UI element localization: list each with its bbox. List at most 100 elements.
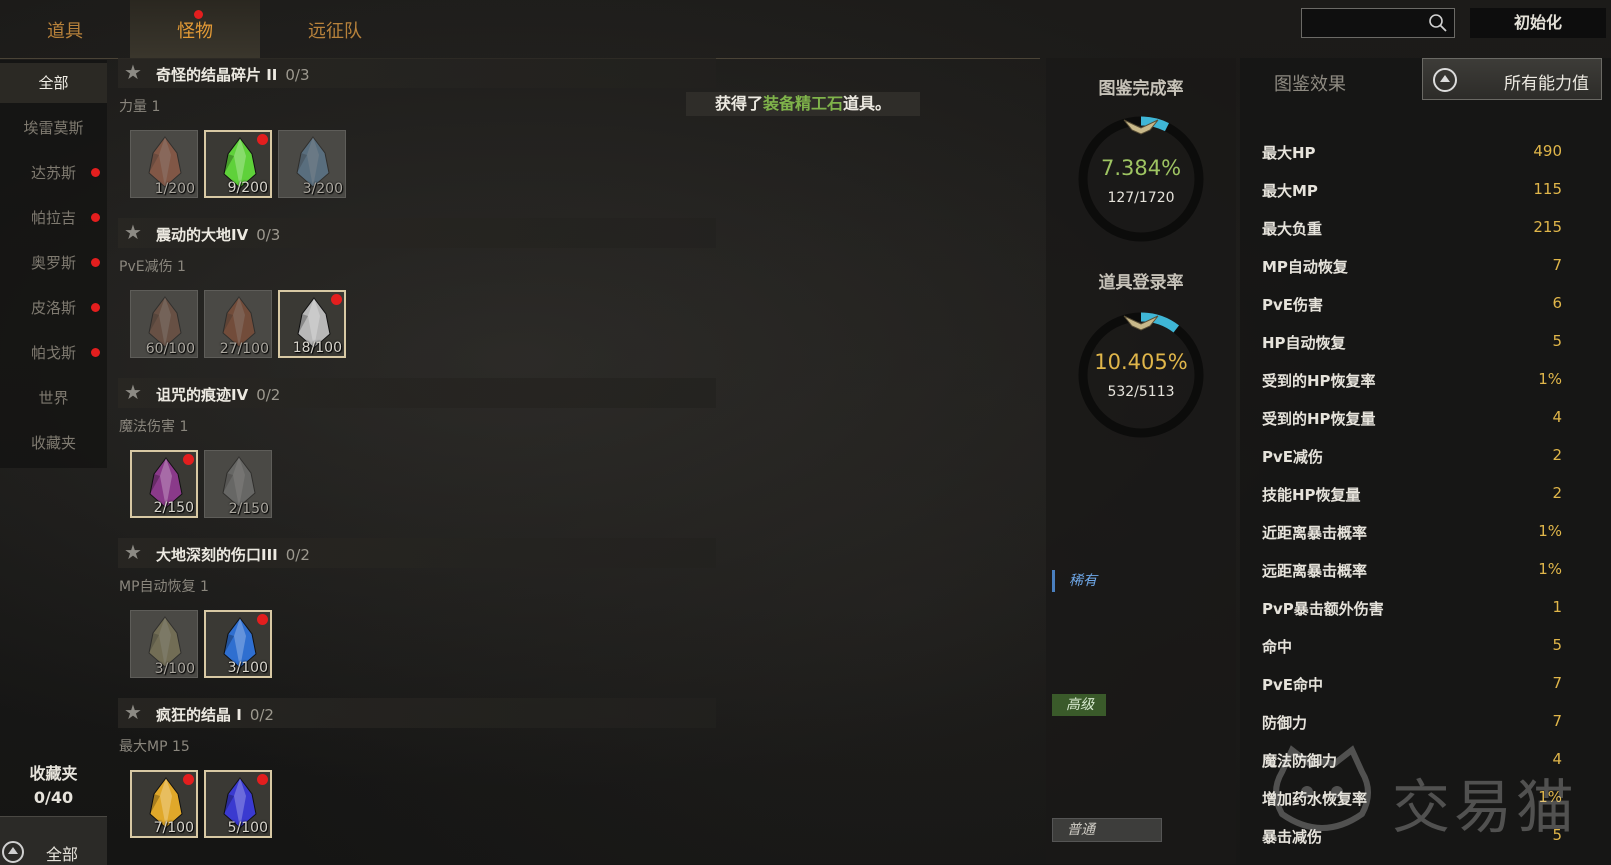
tab-collection-effects[interactable]: 图鉴效果 [1274,70,1346,96]
notification-dot [91,303,100,312]
sidebar-item-pagos[interactable]: 帕戈斯 [0,333,107,373]
filter-all-button[interactable]: 全部 [0,816,107,865]
notification-dot [194,10,203,19]
stat-name: 近距离暴击概率 [1262,524,1368,542]
item-count: 7/100 [153,820,194,836]
item-count: 9/200 [227,180,268,196]
sidebar-item-pilos[interactable]: 皮洛斯 [0,288,107,328]
stat-name: 受到的HP恢复率 [1262,372,1376,390]
group-stat-bonus: MP自动恢复 1 [119,579,209,595]
stat-row: 近距离暴击概率 1% [1262,518,1562,548]
notification-dot [91,168,100,177]
notification-dot [257,774,268,785]
tab-expedition[interactable]: 远征队 [270,0,400,58]
crystal-item-slot[interactable]: 1/200 [130,130,198,198]
sidebar-item-label: 皮洛斯 [30,299,76,317]
crystal-item-slot[interactable]: 27/100 [204,290,272,358]
search-box [1301,8,1455,38]
notification-dot [183,454,194,465]
crystal-item-slot[interactable]: 2/150 [130,450,198,518]
favorite-star-icon[interactable]: ★ [124,382,142,402]
stat-value: 1 [1552,598,1562,616]
sidebar-item-label: 收藏夹 [30,434,76,452]
toast-item-name: 装备精工石 [762,94,843,113]
stat-name: PvE命中 [1262,676,1324,694]
stat-name: 最大MP [1262,182,1318,200]
all-stats-button[interactable]: 所有能力值 [1422,58,1602,100]
region-sidebar: 全部 埃雷莫斯 达苏斯 帕拉吉 奥罗斯 皮洛斯 帕戈斯 世界 收藏夹 [0,60,107,468]
crystal-item-slot[interactable]: 3/100 [204,610,272,678]
group-progress: 0/2 [285,546,310,564]
sidebar-item-favorites[interactable]: 收藏夹 [0,423,107,463]
group-header[interactable]: ★ 疯狂的结晶 I 0/2 [118,698,716,728]
sidebar-item-dasus[interactable]: 达苏斯 [0,153,107,193]
notification-dot [91,258,100,267]
watermark-text: 交易猫 [1392,773,1579,841]
stat-value: 115 [1533,180,1562,198]
notification-dot [257,134,268,145]
group-stat-bonus: 魔法伤害 1 [119,419,189,435]
search-icon[interactable] [1428,13,1448,33]
registration-fraction: 532/5113 [1107,384,1175,400]
group-progress: 0/3 [285,66,310,84]
crystal-item-slot[interactable]: 5/100 [204,770,272,838]
favorite-star-icon[interactable]: ★ [124,702,142,722]
arrow-up-circle-icon [2,841,24,863]
stat-name: PvP暴击额外伤害 [1262,600,1384,618]
group-stat-bonus: PvE减伤 1 [119,259,186,275]
stat-name: 防御力 [1262,714,1308,732]
crystal-item-slot[interactable]: 18/100 [278,290,346,358]
crystal-item-slot[interactable]: 3/200 [278,130,346,198]
group-header[interactable]: ★ 大地深刻的伤口III 0/2 [118,538,716,568]
sidebar-item-all[interactable]: 全部 [0,63,107,103]
stat-row: 远距离暴击概率 1% [1262,556,1562,586]
crystal-item-slot[interactable]: 7/100 [130,770,198,838]
stat-value: 6 [1552,294,1562,312]
stat-name: PvE减伤 [1262,448,1324,466]
item-count: 2/150 [228,501,269,517]
group-header[interactable]: ★ 震动的大地IV 0/3 [118,218,716,248]
favorite-star-icon[interactable]: ★ [124,62,142,82]
acquired-toast: 获得了装备精工石道具。 [686,92,920,116]
grade-rare-label: 稀有 [1052,570,1097,592]
stat-name: HP自动恢复 [1262,334,1346,352]
stat-name: 命中 [1262,638,1293,656]
stat-name: 最大负重 [1262,220,1323,238]
stat-name: 最大HP [1262,144,1316,162]
item-count: 2/150 [153,500,194,516]
crystal-item-slot[interactable]: 60/100 [130,290,198,358]
favorite-star-icon[interactable]: ★ [124,222,142,242]
tab-monsters[interactable]: 怪物 [130,0,260,58]
stat-name: 受到的HP恢复量 [1262,410,1376,428]
stat-value: 490 [1533,142,1562,160]
reset-button[interactable]: 初始化 [1470,8,1606,38]
crystal-item-slot[interactable]: 3/100 [130,610,198,678]
group-title: 诅咒的痕迹IV 0/2 [156,384,280,405]
group-title: 震动的大地IV 0/3 [156,224,280,245]
sidebar-item-eremos[interactable]: 埃雷莫斯 [0,108,107,148]
group-name: 震动的大地IV [156,226,249,244]
registration-percent: 10.405% [1094,350,1188,374]
sidebar-item-label: 世界 [38,389,69,407]
tab-items[interactable]: 道具 [0,0,130,58]
group-stat-bonus: 最大MP 15 [119,739,190,755]
sidebar-item-oros[interactable]: 奥罗斯 [0,243,107,283]
registration-ring [1078,312,1204,438]
ring-track [1078,312,1204,438]
stat-row: 命中 5 [1262,632,1562,662]
favorite-star-icon[interactable]: ★ [124,542,142,562]
notification-dot [257,614,268,625]
crystal-item-slot[interactable]: 2/150 [204,450,272,518]
sidebar-item-world[interactable]: 世界 [0,378,107,418]
toast-suffix: 道具。 [843,94,892,113]
cat-logo-icon [1273,745,1371,831]
notification-dot [331,294,342,305]
stat-row: PvE伤害 6 [1262,290,1562,320]
sidebar-item-palagi[interactable]: 帕拉吉 [0,198,107,238]
stat-row: PvE命中 7 [1262,670,1562,700]
group-header[interactable]: ★ 诅咒的痕迹IV 0/2 [118,378,716,408]
crystal-item-slot[interactable]: 9/200 [204,130,272,198]
group-header[interactable]: ★ 奇怪的结晶碎片 II 0/3 [118,58,716,88]
search-input[interactable] [1306,12,1420,34]
stat-value: 5 [1552,636,1562,654]
